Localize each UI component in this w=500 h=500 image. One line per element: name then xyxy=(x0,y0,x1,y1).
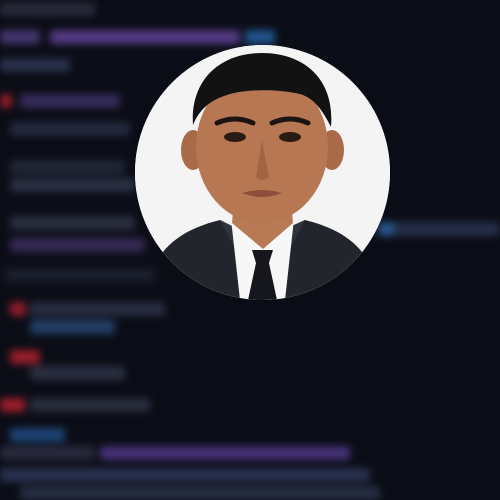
code-line xyxy=(0,468,370,482)
code-line xyxy=(50,30,240,44)
code-line xyxy=(10,302,26,316)
code-line xyxy=(20,94,120,108)
code-line xyxy=(0,30,40,44)
avatar xyxy=(135,45,390,300)
code-line xyxy=(30,398,150,412)
code-line xyxy=(10,350,40,364)
code-line xyxy=(10,238,145,252)
code-line xyxy=(0,58,70,72)
code-line xyxy=(30,320,115,334)
code-line xyxy=(0,398,25,412)
code-line xyxy=(10,122,130,136)
code-line xyxy=(0,446,95,460)
profile-photo xyxy=(135,45,390,300)
code-line xyxy=(10,428,65,442)
code-line xyxy=(30,302,165,316)
code-line xyxy=(5,268,155,282)
code-line xyxy=(20,486,380,500)
code-line xyxy=(0,2,95,16)
code-line xyxy=(0,94,12,108)
code-line xyxy=(10,178,135,192)
code-line xyxy=(100,446,350,460)
code-line xyxy=(30,366,125,380)
code-line xyxy=(380,222,394,236)
code-line xyxy=(10,160,125,174)
code-line xyxy=(245,30,275,44)
profile-card xyxy=(0,0,500,500)
code-line xyxy=(10,216,135,230)
